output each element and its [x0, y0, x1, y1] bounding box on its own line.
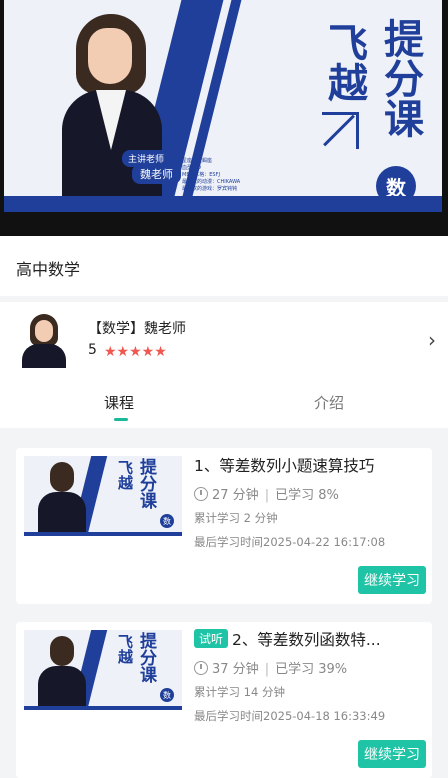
arrow-icon — [322, 112, 359, 149]
course-category-section: 高中数学 — [0, 236, 448, 296]
continue-button[interactable]: 继续学习 — [358, 740, 426, 768]
course-banner: 主讲老师 魏老师 星座：天蝎座 血型：O MBTI人格：ESFJ 最喜欢的动漫：… — [0, 0, 448, 236]
banner-image: 主讲老师 魏老师 星座：天蝎座 血型：O MBTI人格：ESFJ 最喜欢的动漫：… — [4, 0, 442, 212]
lesson-card[interactable]: 飞越 提分课 数 试听 2、等差数列函数特... 37 分钟 | 已学习 39% 累计… — [16, 622, 432, 778]
course-category: 高中数学 — [16, 260, 81, 279]
tab-courses[interactable]: 课程 — [104, 392, 134, 413]
teacher-name: 【数学】魏老师 — [88, 321, 186, 337]
clock-icon — [194, 487, 208, 501]
continue-button[interactable]: 继续学习 — [358, 566, 426, 594]
rating-stars-icon: ★★★★★ — [104, 344, 167, 360]
lesson-title: 试听 2、等差数列函数特... — [194, 628, 424, 650]
banner-title-b: 提分课 — [377, 18, 423, 138]
lesson-last-time: 最后学习时间2025-04-18 16:33:49 — [194, 709, 386, 723]
lesson-card[interactable]: 飞越 提分课 数 1、等差数列小题速算技巧 27 分钟 | 已学习 8% 累计学习 … — [16, 448, 432, 604]
trial-badge: 试听 — [194, 629, 229, 648]
lesson-last-time: 最后学习时间2025-04-22 16:17:08 — [194, 535, 386, 549]
teacher-name-tag: 魏老师 — [132, 164, 181, 184]
lesson-thumbnail: 飞越 提分课 数 — [24, 630, 182, 710]
clock-icon — [194, 661, 208, 675]
chevron-right-icon[interactable]: › — [428, 328, 436, 352]
teacher-rating: 5 — [88, 342, 97, 358]
lesson-meta: 37 分钟 | 已学习 39% — [194, 658, 347, 677]
tab-bar: 课程 介绍 — [0, 376, 448, 428]
avatar — [18, 312, 70, 368]
lesson-meta: 27 分钟 | 已学习 8% — [194, 484, 339, 503]
lesson-title: 1、等差数列小题速算技巧 — [194, 457, 375, 475]
lesson-thumbnail: 飞越 提分课 数 — [24, 456, 182, 536]
banner-bottom-bar — [4, 196, 442, 212]
teacher-row[interactable]: 【数学】魏老师 5 ★★★★★ › — [0, 302, 448, 377]
banner-title-a: 飞越 — [321, 22, 367, 102]
lesson-total-time: 累计学习 2 分钟 — [194, 511, 278, 525]
lesson-total-time: 累计学习 14 分钟 — [194, 685, 285, 699]
active-tab-indicator — [114, 418, 128, 421]
tab-intro[interactable]: 介绍 — [314, 392, 344, 413]
teacher-fun-facts: 星座：天蝎座 血型：O MBTI人格：ESFJ 最喜欢的动漫：CHIKAWA 最… — [182, 158, 241, 192]
